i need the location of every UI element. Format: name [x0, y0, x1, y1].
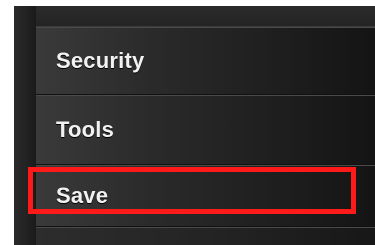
screenshot-frame: Security Tools Save [0, 0, 375, 245]
side-menu: Security Tools Save [14, 6, 375, 245]
menu-edge-strip [14, 6, 37, 245]
menu-item-save[interactable]: Save [36, 165, 375, 227]
menu-bottom-divider [36, 227, 375, 245]
menu-item-security-label: Security [56, 48, 145, 73]
menu-item-tools-label: Tools [56, 117, 115, 142]
menu-item-save-label: Save [56, 183, 109, 208]
menu-item-tools[interactable]: Tools [36, 95, 375, 165]
menu-top-divider [36, 6, 375, 27]
menu-item-security[interactable]: Security [36, 27, 375, 95]
